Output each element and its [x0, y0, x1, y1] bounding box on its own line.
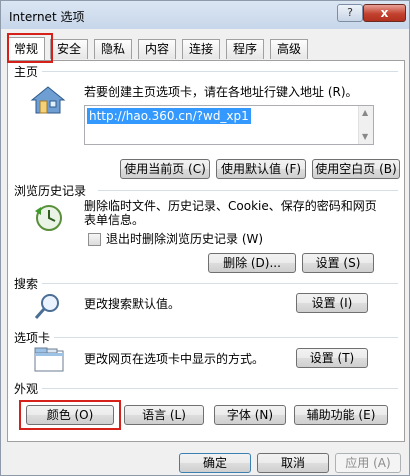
home-url-scrollbar[interactable]: ▲ ▼	[358, 106, 373, 144]
tab-connections[interactable]: 连接	[182, 39, 221, 59]
history-description-line2: 表单信息。	[84, 213, 145, 227]
home-url-value: http://hao.360.cn/?wd_xp1	[87, 108, 251, 124]
close-button[interactable]: x	[363, 4, 406, 22]
cancel-button[interactable]: 取消	[257, 453, 329, 473]
delete-on-exit-label: 退出时删除浏览历史记录 (W)	[106, 232, 264, 246]
history-group-divider	[98, 190, 398, 191]
history-group-label: 浏览历史记录	[14, 182, 91, 199]
languages-button[interactable]: 语言 (L)	[124, 405, 204, 425]
use-current-button[interactable]: 使用当前页 (C)	[120, 159, 210, 179]
accessibility-button[interactable]: 辅助功能 (E)	[294, 405, 388, 425]
search-group-label: 搜索	[14, 275, 43, 292]
tabs-window-icon	[32, 345, 66, 378]
home-url-textarea[interactable]: http://hao.360.cn/?wd_xp1 ▲ ▼	[84, 105, 374, 145]
general-tab-highlight-box	[7, 33, 53, 63]
tab-programs[interactable]: 程序	[226, 39, 265, 59]
window-title: Internet 选项	[9, 10, 85, 24]
tab-content[interactable]: 内容	[138, 39, 177, 59]
tab-privacy[interactable]: 隐私	[94, 39, 133, 59]
title-bar: Internet 选项 ? x	[1, 1, 409, 29]
home-group-divider	[38, 71, 398, 72]
history-description-line1: 删除临时文件、历史记录、Cookie、保存的密码和网页	[84, 199, 377, 213]
appearance-group-divider	[38, 388, 398, 389]
search-magnifier-icon	[32, 291, 64, 324]
search-settings-button[interactable]: 设置 (I)	[296, 293, 368, 313]
home-house-icon	[30, 85, 66, 118]
history-clock-icon	[32, 203, 66, 236]
history-settings-button[interactable]: 设置 (S)	[302, 253, 374, 273]
ok-button[interactable]: 确定	[179, 453, 251, 473]
help-button[interactable]: ?	[337, 4, 363, 22]
tab-advanced[interactable]: 高级	[270, 39, 309, 59]
search-group-divider	[38, 283, 398, 284]
search-description: 更改搜索默认值。	[84, 297, 181, 311]
tab-security[interactable]: 安全	[50, 39, 89, 59]
tabs-group-divider	[50, 337, 398, 338]
internet-options-dialog: Internet 选项 ? x 常规 安全 隐私 内容 连接 程序 高级 主页 …	[0, 0, 410, 476]
use-default-button[interactable]: 使用默认值 (F)	[216, 159, 306, 179]
scroll-up-arrow-icon[interactable]: ▲	[362, 108, 368, 117]
delete-on-exit-checkbox[interactable]	[88, 233, 101, 246]
use-blank-button[interactable]: 使用空白页 (B)	[312, 159, 400, 179]
tabs-settings-button[interactable]: 设置 (T)	[296, 348, 368, 368]
tabs-group-label: 选项卡	[14, 329, 55, 346]
tab-strip: 常规 安全 隐私 内容 连接 程序 高级	[7, 37, 405, 61]
scroll-down-arrow-icon[interactable]: ▼	[362, 132, 368, 141]
apply-button[interactable]: 应用 (A)	[335, 453, 401, 473]
fonts-button[interactable]: 字体 (N)	[214, 405, 286, 425]
tabs-description: 更改网页在选项卡中显示的方式。	[84, 352, 265, 366]
home-group-label: 主页	[14, 63, 43, 80]
general-tab-panel: 主页 若要创建主页选项卡，请在各地址行键入地址 (R)。 http://hao.…	[7, 60, 405, 442]
delete-history-button[interactable]: 删除 (D)...	[208, 253, 296, 273]
home-instruction-text: 若要创建主页选项卡，请在各地址行键入地址 (R)。	[84, 85, 358, 99]
appearance-group-label: 外观	[14, 380, 43, 397]
colors-button-highlight-box	[19, 400, 121, 430]
